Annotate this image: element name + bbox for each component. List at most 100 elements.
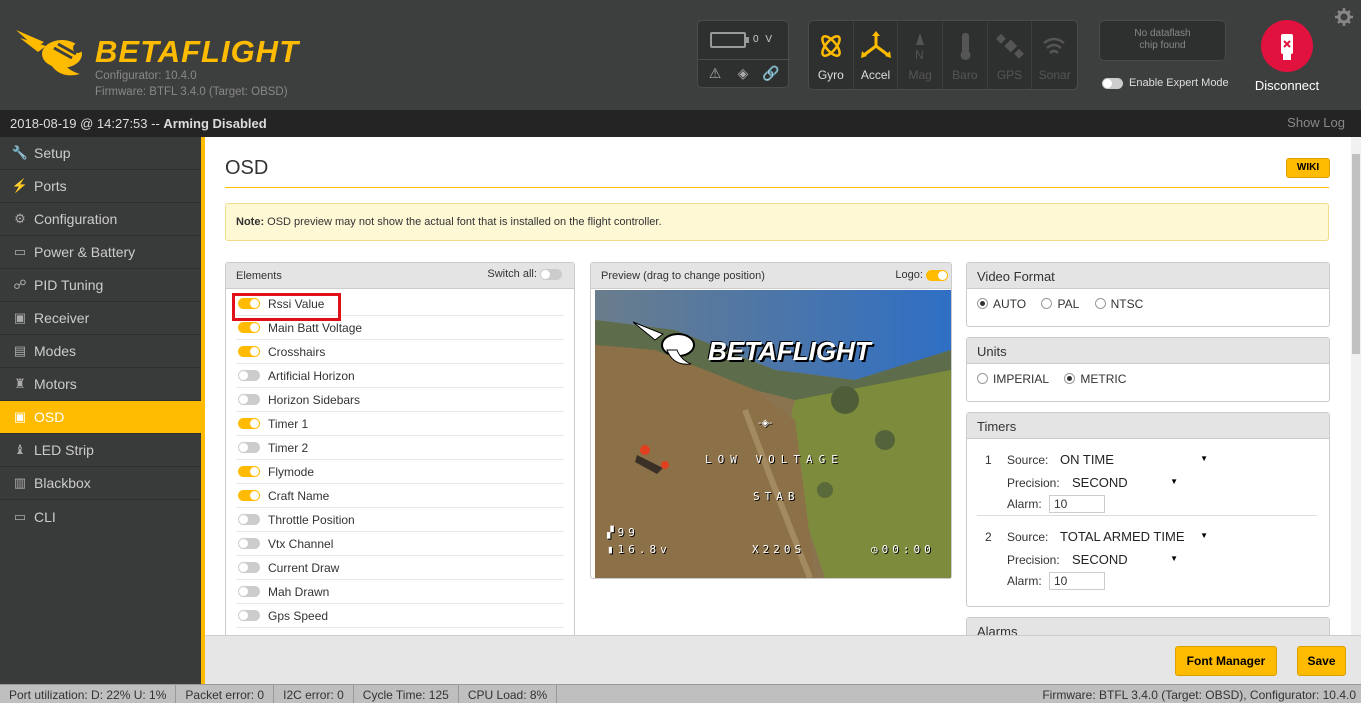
preview-panel: Preview (drag to change position) Logo: [590,262,952,579]
sidebar-item-receiver[interactable]: ▣ Receiver [0,302,201,335]
osd-timer[interactable]: ◷00:00 [871,543,935,556]
dataflash-status: No dataflash chip found [1099,20,1226,61]
wiki-button[interactable]: WIKI [1286,158,1330,178]
blackbox-icon: ▥ [13,475,27,490]
app-logo-text: BETAFLIGHT [95,34,300,69]
timer-1-precision-select[interactable]: SECOND [1067,473,1183,492]
osd-voltage[interactable]: ▮16.8v [607,543,671,556]
elements-list: Rssi Value Main Batt Voltage Crosshairs … [226,289,574,628]
font-manager-button[interactable]: Font Manager [1175,646,1277,676]
thermometer-icon [960,33,971,60]
battery-voltage: 0 V [753,34,775,45]
element-horizon-sidebars[interactable]: Horizon Sidebars [236,388,564,412]
element-toggle[interactable] [238,394,260,405]
sidebar-item-setup[interactable]: 🔧 Setup [0,137,201,170]
timer-2-source-select[interactable]: TOTAL ARMED TIME [1055,527,1213,546]
element-flymode[interactable]: Flymode [236,460,564,484]
switch-all[interactable]: Switch all: [487,268,562,280]
element-toggle[interactable] [238,610,260,621]
save-button[interactable]: Save [1297,646,1346,676]
radio-auto[interactable] [977,298,988,309]
element-toggle[interactable] [238,562,260,573]
logo-switch[interactable]: Logo: [895,269,948,281]
gear-icon: ⚙ [14,211,26,226]
disconnect-button[interactable] [1261,20,1313,72]
sidebar-item-power-battery[interactable]: ▭ Power & Battery [0,236,201,269]
element-timer-2[interactable]: Timer 2 [236,436,564,460]
sensor-accel: Accel [854,21,899,89]
element-toggle[interactable] [238,466,260,477]
element-gps-speed[interactable]: Gps Speed [236,604,564,628]
element-current-draw[interactable]: Current Draw [236,556,564,580]
sidebar-item-osd[interactable]: ▣ OSD [0,401,201,434]
timer-1-alarm-input[interactable]: 10 [1049,495,1105,513]
sidebar-item-pid-tuning[interactable]: ☍ PID Tuning [0,269,201,302]
element-craft-name[interactable]: Craft Name [236,484,564,508]
element-toggle[interactable] [238,370,260,381]
osd-warning[interactable]: LOW VOLTAGE [705,453,844,466]
settings-gear-icon[interactable] [1335,8,1353,26]
elements-panel: Elements Switch all: Rssi Value Main Bat… [225,262,575,684]
timer-2-alarm-input[interactable]: 10 [1049,572,1105,590]
radio-metric[interactable] [1064,373,1076,384]
timer-2-precision-select[interactable]: SECOND [1067,550,1183,569]
radio-pal[interactable] [1041,298,1053,309]
sidebar-item-cli[interactable]: ▭ CLI [0,500,201,533]
radio-ntsc[interactable] [1094,298,1106,309]
element-toggle[interactable] [238,322,260,333]
sensor-gps: GPS [988,21,1033,89]
element-toggle[interactable] [238,418,260,429]
element-timer-1[interactable]: Timer 1 [236,412,564,436]
element-toggle[interactable] [238,346,260,357]
element-mah-drawn[interactable]: Mah Drawn [236,580,564,604]
show-log-link[interactable]: Show Log [1287,115,1345,130]
sidebar-item-ports[interactable]: ⚡ Ports [0,170,201,203]
arming-status: Arming Disabled [163,116,267,131]
motor-icon: ♜ [14,376,26,391]
osd-rssi[interactable]: ▞99 [607,526,639,539]
highlight-box [232,293,341,321]
units-imperial[interactable]: IMPERIAL [977,372,1049,386]
video-format-ntsc[interactable]: NTSC [1094,297,1143,311]
scrollbar-thumb[interactable] [1352,154,1360,354]
logo-toggle[interactable] [926,269,948,281]
sensor-label: Mag [908,68,932,82]
expert-mode-toggle[interactable]: Enable Expert Mode [1102,77,1229,89]
osd-crosshairs-icon[interactable]: -◈- [758,418,772,429]
switch-all-toggle[interactable] [540,268,562,280]
status-bar: 2018-08-19 @ 14:27:53 -- Arming Disabled… [0,110,1361,137]
element-artificial-horizon[interactable]: Artificial Horizon [236,364,564,388]
scrollbar[interactable] [1351,137,1361,635]
timer-1-source-select[interactable]: ON TIME [1055,450,1213,469]
sensor-label: Accel [860,68,891,82]
sensor-baro: Baro [943,21,988,89]
units-metric[interactable]: METRIC [1064,372,1126,386]
sidebar-item-configuration[interactable]: ⚙ Configuration [0,203,201,236]
osd-craft-name[interactable]: X220S [752,543,805,556]
sidebar-item-modes[interactable]: ▤ Modes [0,335,201,368]
element-throttle-position[interactable]: Throttle Position [236,508,564,532]
element-toggle[interactable] [238,586,260,597]
radio-imperial[interactable] [977,373,988,384]
expert-mode-switch[interactable] [1102,77,1123,89]
element-toggle[interactable] [238,538,260,549]
element-toggle[interactable] [238,442,260,453]
osd-flymode[interactable]: STAB [753,490,800,503]
sidebar: 🔧 Setup ⚡ Ports ⚙ Configuration ▭ Power & Ba… [0,137,201,684]
sidebar-item-motors[interactable]: ♜ Motors [0,368,201,401]
element-toggle[interactable] [238,514,260,525]
sidebar-item-blackbox[interactable]: ▥ Blackbox [0,467,201,500]
osd-preview-canvas[interactable]: BETAFLIGHT -◈- LOW VOLTAGE STAB ▞99 ▮16.… [595,290,951,578]
disconnect-label[interactable]: Disconnect [1240,78,1334,93]
plug-icon: ⚡ [11,178,29,193]
element-toggle[interactable] [238,490,260,501]
note-banner: Note: OSD preview may not show the actua… [225,203,1329,241]
sidebar-item-led-strip[interactable]: ♝ LED Strip [0,434,201,467]
packet-error: Packet error: 0 [176,685,275,703]
cycle-time: Cycle Time: 125 [354,685,459,703]
element-crosshairs[interactable]: Crosshairs [236,340,564,364]
element-vtx-channel[interactable]: Vtx Channel [236,532,564,556]
elements-title: Elements [236,270,282,282]
video-format-pal[interactable]: PAL [1041,297,1079,311]
video-format-auto[interactable]: AUTO [977,297,1026,311]
